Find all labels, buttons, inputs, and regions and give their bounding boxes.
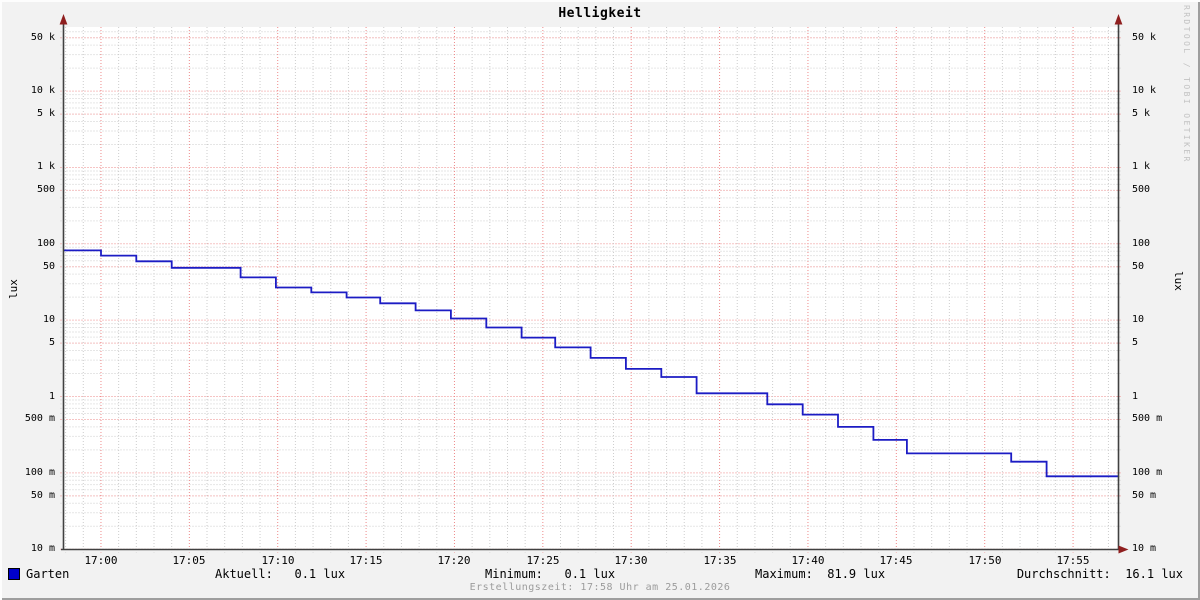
y-tick-label-right: 50 m	[1132, 490, 1157, 501]
y-tick-label: 5	[48, 337, 55, 348]
y-tick-label: 100	[36, 238, 55, 249]
plot-area	[63, 27, 1119, 550]
chart-canvas	[59, 14, 1129, 554]
y-tick-label-right: 10 m	[1132, 543, 1157, 554]
y-tick-label: 10 m	[30, 543, 55, 554]
y-axis-unit-right: lux	[1172, 271, 1185, 291]
legend-color-swatch	[8, 568, 20, 580]
y-tick-label: 5 k	[36, 108, 55, 119]
x-tick-label: 17:25	[526, 554, 560, 567]
y-tick-label: 10	[42, 314, 55, 325]
y-tick-label: 500 m	[24, 413, 55, 424]
y-tick-label: 50 m	[30, 490, 55, 501]
y-tick-label-right: 500	[1132, 184, 1151, 195]
x-tick-label: 17:05	[172, 554, 206, 567]
x-tick-label: 17:40	[791, 554, 825, 567]
y-tick-label: 50	[42, 261, 55, 272]
y-tick-label-right: 50	[1132, 261, 1145, 272]
y-axis-unit-left: lux	[7, 279, 20, 299]
stat-aktuell: Aktuell: 0.1 lux	[215, 567, 346, 581]
stat-maximum: Maximum: 81.9 lux	[755, 567, 886, 581]
y-tick-label: 500	[36, 184, 55, 195]
y-tick-label-right: 5	[1132, 337, 1139, 348]
y-tick-label: 1	[48, 391, 55, 402]
x-tick-label: 17:20	[437, 554, 471, 567]
y-tick-label: 50 k	[30, 32, 55, 43]
creation-timestamp: Erstellungszeit: 17:58 Uhr am 25.01.2026	[469, 582, 731, 593]
x-tick-label: 17:35	[703, 554, 737, 567]
y-tick-label: 100 m	[24, 467, 55, 478]
stat-durchschnitt: Durchschnitt: 16.1 lux	[1016, 567, 1183, 581]
y-tick-label-right: 10	[1132, 314, 1145, 325]
y-tick-label-right: 100 m	[1132, 467, 1163, 478]
x-tick-label: 17:50	[968, 554, 1002, 567]
x-tick-label: 17:55	[1056, 554, 1090, 567]
legend-series-label: Garten	[26, 567, 70, 581]
y-tick-label-right: 1 k	[1132, 161, 1151, 172]
y-tick-label: 1 k	[36, 161, 55, 172]
rrdtool-watermark: RRDTOOL / TOBI OETIKER	[1182, 5, 1191, 164]
y-tick-label: 10 k	[30, 85, 55, 96]
chart-title: Helligkeit	[558, 6, 642, 21]
y-tick-label-right: 5 k	[1132, 108, 1151, 119]
x-tick-label: 17:45	[879, 554, 913, 567]
stat-minimum: Minimum: 0.1 lux	[485, 567, 616, 581]
y-tick-label-right: 500 m	[1132, 413, 1163, 424]
x-tick-label: 17:15	[349, 554, 383, 567]
x-tick-label: 17:30	[614, 554, 648, 567]
x-tick-label: 17:00	[84, 554, 118, 567]
y-tick-label-right: 50 k	[1132, 32, 1157, 43]
y-tick-label-right: 100	[1132, 238, 1151, 249]
y-tick-label-right: 1	[1132, 391, 1139, 402]
y-tick-label-right: 10 k	[1132, 85, 1157, 96]
x-tick-label: 17:10	[261, 554, 295, 567]
